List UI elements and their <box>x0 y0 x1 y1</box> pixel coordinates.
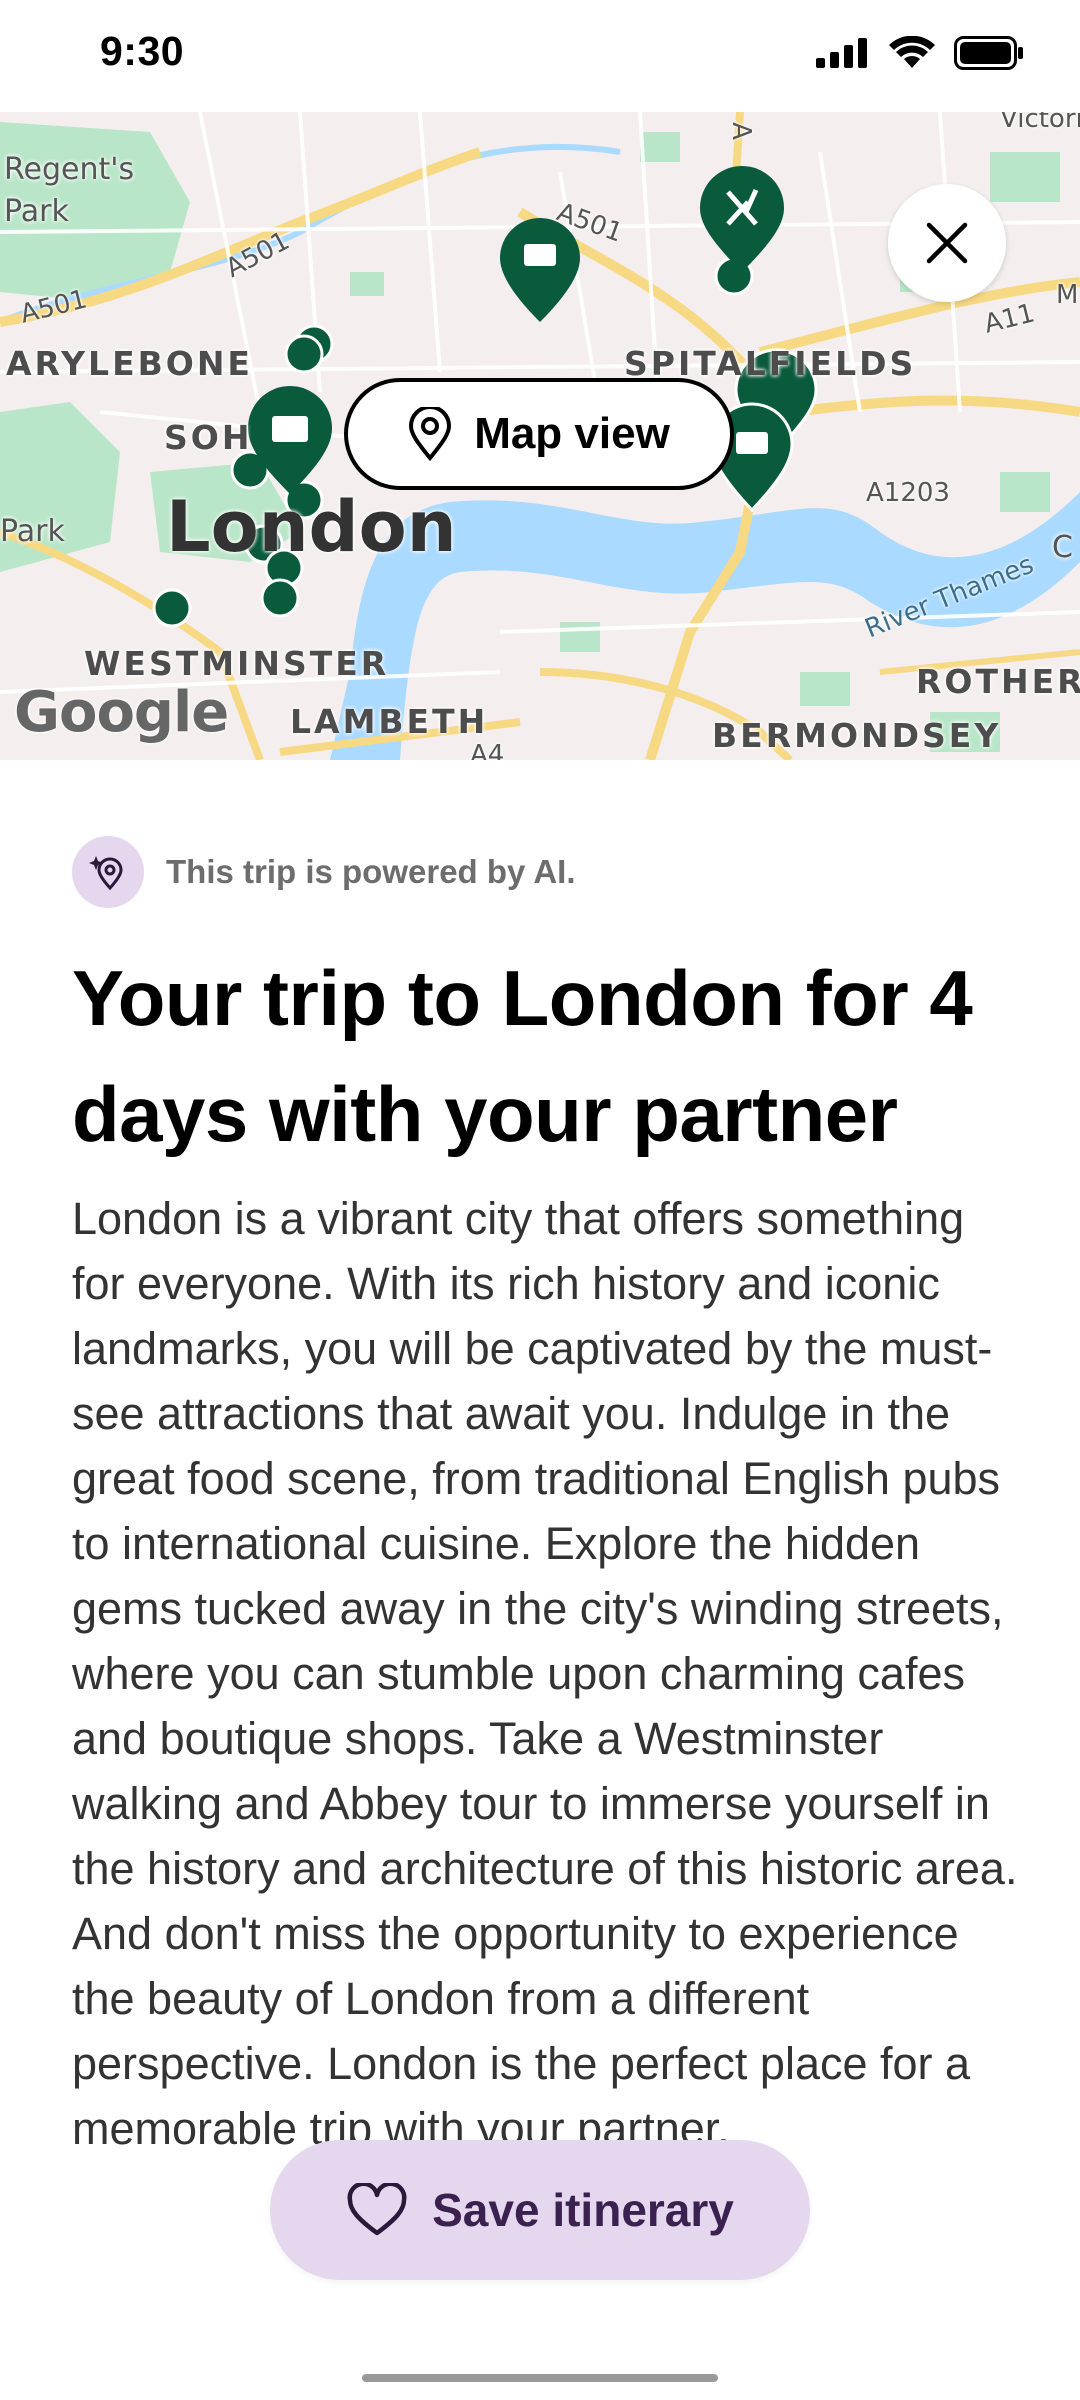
ai-badge <box>72 836 144 908</box>
road-label-m: M <box>1056 280 1079 310</box>
ai-notice: This trip is powered by AI. <box>72 836 576 908</box>
location-pin-icon <box>409 407 452 461</box>
map-label-marylebone: ARYLEBONE <box>6 344 253 383</box>
heart-icon <box>347 2183 407 2236</box>
map-label-park: Park <box>0 514 65 549</box>
road-label-a1203: A1203 <box>866 478 950 508</box>
save-itinerary-button[interactable]: Save itinerary <box>270 2140 810 2280</box>
road-label-a4: A4 <box>470 740 505 760</box>
map-label-c: C <box>1052 530 1073 565</box>
map-label-victoria: Victoria <box>1000 112 1080 134</box>
battery-icon <box>954 36 1023 70</box>
status-time: 9:30 <box>100 28 185 74</box>
map-label-westminster: WESTMINSTER <box>84 644 390 683</box>
map-label-rotherhithe: ROTHERI <box>916 662 1080 701</box>
map-label-london: London <box>166 486 457 568</box>
ai-sparkle-pin-icon <box>89 856 123 891</box>
map-view-label: Map view <box>474 409 670 458</box>
home-indicator[interactable] <box>362 2374 718 2382</box>
wifi-icon <box>889 36 935 68</box>
map-view-button[interactable]: Map view <box>344 378 734 490</box>
cellular-signal-icon <box>816 38 867 68</box>
google-logo: Google <box>14 680 229 745</box>
map-label-lambeth: LAMBETH <box>290 702 489 741</box>
map-label-soho: SOH <box>164 418 253 457</box>
map-label-bermondsey: BERMONDSEY <box>712 716 1002 755</box>
status-bar: 9:30 <box>0 0 1080 112</box>
ai-notice-text: This trip is powered by AI. <box>166 853 576 890</box>
trip-title: Your trip to London for 4 days with your… <box>72 954 973 1158</box>
status-icons <box>816 36 1024 70</box>
save-itinerary-label: Save itinerary <box>432 2184 734 2236</box>
close-button[interactable] <box>888 184 1006 302</box>
road-label-a: A <box>725 122 756 140</box>
map[interactable]: Regent's Park ARYLEBONE SOH London Park … <box>0 112 1080 760</box>
map-label-regents-park: Regent's <box>4 152 135 187</box>
close-icon <box>926 222 968 264</box>
map-label-regents-park-2: Park <box>4 194 69 229</box>
trip-description: London is a vibrant city that offers som… <box>72 1193 1018 2154</box>
